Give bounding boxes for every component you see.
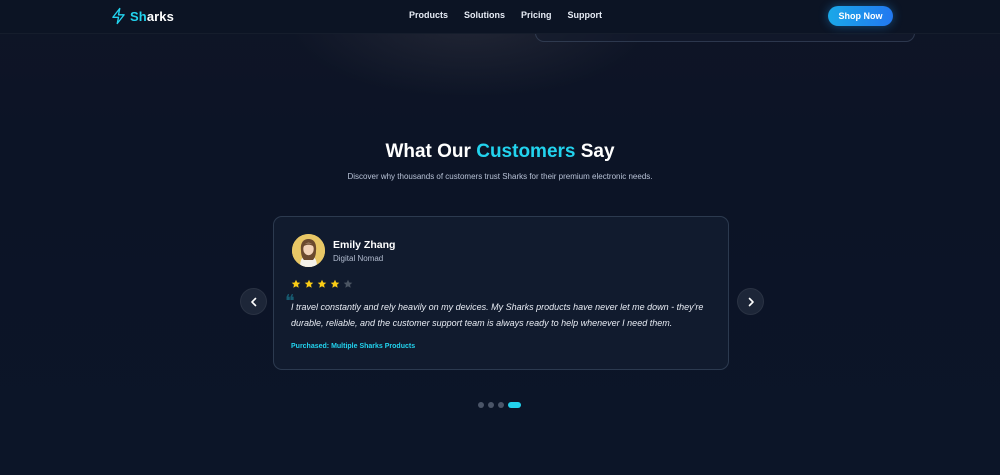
logo[interactable]: Sharks xyxy=(111,7,174,25)
reviewer-role: Digital Nomad xyxy=(333,254,384,263)
review-text: I travel constantly and rely heavily on … xyxy=(291,302,704,328)
avatar xyxy=(292,234,325,267)
section-title-end: Say xyxy=(575,141,615,162)
avatar-portrait xyxy=(292,234,325,267)
logo-text: Sharks xyxy=(130,9,174,24)
carousel-next-button[interactable] xyxy=(737,288,764,315)
nav-links: Products Solutions Pricing Support xyxy=(409,10,602,20)
testimonial-card: Emily Zhang Digital Nomad ❝ I travel con… xyxy=(273,216,729,370)
nav-link-support[interactable]: Support xyxy=(568,10,603,20)
carousel-prev-button[interactable] xyxy=(240,288,267,315)
carousel-dot[interactable] xyxy=(508,402,521,408)
shop-now-button[interactable]: Shop Now xyxy=(828,6,893,26)
star-empty-icon xyxy=(343,279,353,288)
chevron-left-icon xyxy=(250,297,256,306)
nav-link-solutions[interactable]: Solutions xyxy=(464,10,505,20)
carousel-dot[interactable] xyxy=(478,402,484,408)
reviewer-name: Emily Zhang xyxy=(333,239,396,251)
purchase-info: Purchased: Multiple Sharks Products xyxy=(291,343,416,350)
carousel-dots xyxy=(478,402,521,408)
section-subtitle: Discover why thousands of customers trus… xyxy=(347,172,653,181)
logo-text-rest: arks xyxy=(146,8,174,24)
star-rating xyxy=(291,279,353,289)
chevron-right-icon xyxy=(748,297,754,306)
nav-link-products[interactable]: Products xyxy=(409,10,448,20)
section-title: What Our Customers Say xyxy=(0,141,1000,163)
lightning-bolt-icon xyxy=(112,7,125,25)
carousel-dot[interactable] xyxy=(498,402,504,408)
nav-link-pricing[interactable]: Pricing xyxy=(521,10,552,20)
carousel-dot[interactable] xyxy=(488,402,494,408)
logo-text-highlight: Sh xyxy=(130,8,147,24)
star-filled-icon xyxy=(330,279,340,288)
section-title-accent: Customers xyxy=(476,141,576,162)
section-title-start: What Our xyxy=(385,141,477,162)
star-filled-icon xyxy=(304,279,314,288)
star-filled-icon xyxy=(291,279,301,288)
navbar: Sharks Products Solutions Pricing Suppor… xyxy=(0,0,1000,34)
star-filled-icon xyxy=(317,279,327,288)
